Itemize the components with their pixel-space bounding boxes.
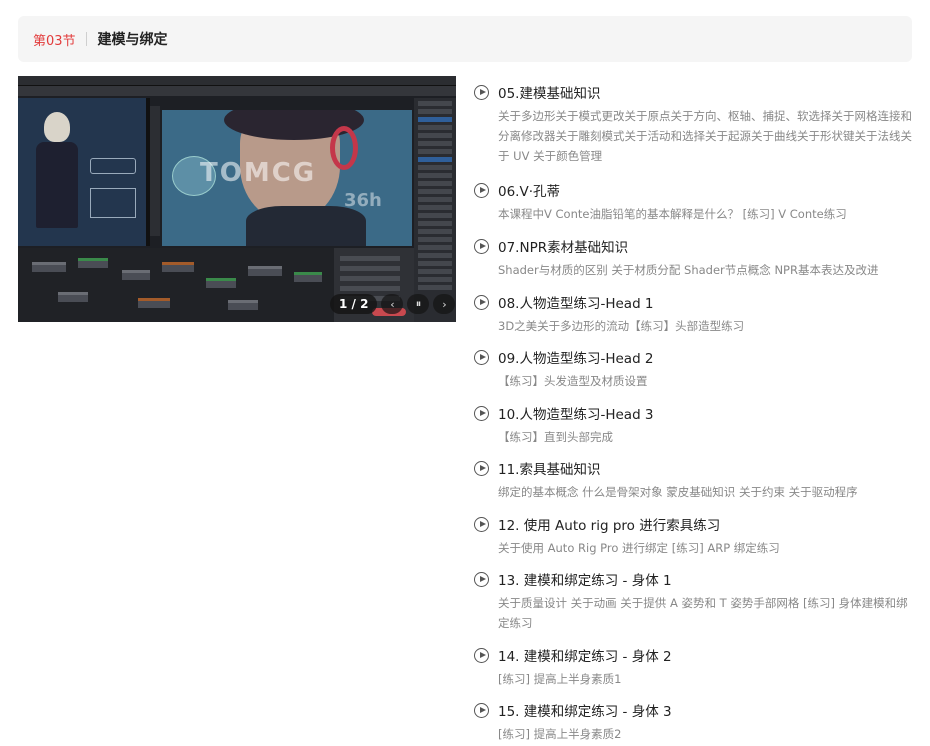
image-pager: 1 / 2 ‹ ⏸ › (330, 293, 456, 315)
play-icon[interactable] (474, 350, 489, 365)
lesson-desc: Shader与材质的区别 关于材质分配 Shader节点概念 NPR基本表达及改… (498, 263, 879, 277)
lesson-list: 05.建模基础知识 关于多边形关于模式更改关于原点关于方向、枢轴、捕捉、软选择关… (474, 82, 914, 746)
lesson-desc: 本课程中V Conte油脂铅笔的基本解释是什么？ [练习] V Conte练习 (498, 207, 847, 221)
play-icon[interactable] (474, 461, 489, 476)
lesson-title[interactable]: 13. 建模和绑定练习 - 身体 1 (498, 569, 914, 593)
lesson-title[interactable]: 09.人物造型练习-Head 2 (498, 347, 914, 371)
lesson-desc: 绑定的基本概念 什么是骨架对象 蒙皮基础知识 关于约束 关于驱动程序 (498, 485, 858, 499)
play-icon[interactable] (474, 517, 489, 532)
lesson-title[interactable]: 14. 建模和绑定练习 - 身体 2 (498, 645, 914, 669)
lesson-title[interactable]: 15. 建模和绑定练习 - 身体 3 (498, 700, 914, 724)
lesson-title[interactable]: 11.索具基础知识 (498, 458, 914, 482)
lesson-item[interactable]: 15. 建模和绑定练习 - 身体 3 [练习] 提高上半身素质2 (474, 700, 914, 746)
preview-image[interactable]: TOMCG 36h (18, 76, 456, 322)
pause-button[interactable]: ⏸ (407, 294, 430, 314)
lesson-item[interactable]: 11.索具基础知识 绑定的基本概念 什么是骨架对象 蒙皮基础知识 关于约束 关于… (474, 458, 914, 514)
tool-strip (150, 106, 160, 236)
lesson-item[interactable]: 12. 使用 Auto rig pro 进行索具练习 关于使用 Auto Rig… (474, 514, 914, 569)
lesson-title[interactable]: 06.V·孔蒂 (498, 180, 914, 204)
lesson-desc: 【练习】直到头部完成 (498, 430, 613, 444)
lesson-item[interactable]: 06.V·孔蒂 本课程中V Conte油脂铅笔的基本解释是什么？ [练习] V … (474, 180, 914, 236)
lesson-item[interactable]: 09.人物造型练习-Head 2 【练习】头发造型及材质设置 (474, 347, 914, 403)
app-menubar (18, 76, 456, 86)
play-icon[interactable] (474, 85, 489, 100)
section-number: 第03节 (33, 33, 76, 49)
lesson-desc: 关于使用 Auto Rig Pro 进行绑定 [练习] ARP 绑定练习 (498, 541, 780, 555)
play-icon[interactable] (474, 703, 489, 718)
pager-count: 1 / 2 (330, 294, 378, 314)
reference-panel (18, 98, 146, 246)
prev-button[interactable]: ‹ (381, 294, 404, 314)
lesson-desc: [练习] 提高上半身素质2 (498, 727, 622, 741)
play-icon[interactable] (474, 183, 489, 198)
play-icon[interactable] (474, 572, 489, 587)
lesson-title[interactable]: 12. 使用 Auto rig pro 进行索具练习 (498, 514, 914, 538)
lesson-item[interactable]: 08.人物造型练习-Head 1 3D之美关于多边形的流动【练习】头部造型练习 (474, 292, 914, 347)
duration-watermark: 36h (344, 190, 382, 211)
lesson-title[interactable]: 05.建模基础知识 (498, 82, 914, 106)
lesson-desc: 【练习】头发造型及材质设置 (498, 374, 648, 388)
section-header: 第03节 建模与绑定 (18, 16, 912, 62)
lesson-desc: 3D之美关于多边形的流动【练习】头部造型练习 (498, 319, 745, 333)
lesson-item[interactable]: 13. 建模和绑定练习 - 身体 1 关于质量设计 关于动画 关于提供 A 姿势… (474, 569, 914, 645)
watermark: TOMCG (200, 158, 317, 188)
lesson-title[interactable]: 07.NPR素材基础知识 (498, 236, 914, 260)
lesson-item[interactable]: 14. 建模和绑定练习 - 身体 2 [练习] 提高上半身素质1 (474, 645, 914, 700)
play-icon[interactable] (474, 295, 489, 310)
lesson-item[interactable]: 10.人物造型练习-Head 3 【练习】直到头部完成 (474, 403, 914, 458)
app-toolbar (18, 86, 456, 96)
play-icon[interactable] (474, 648, 489, 663)
next-button[interactable]: › (433, 294, 456, 314)
lesson-desc: 关于质量设计 关于动画 关于提供 A 姿势和 T 姿势手部网格 [练习] 身体建… (498, 596, 908, 630)
lesson-desc: [练习] 提高上半身素质1 (498, 672, 622, 686)
lesson-title[interactable]: 08.人物造型练习-Head 1 (498, 292, 914, 316)
node-editor (18, 248, 334, 322)
play-icon[interactable] (474, 406, 489, 421)
lesson-item[interactable]: 07.NPR素材基础知识 Shader与材质的区别 关于材质分配 Shader节… (474, 236, 914, 292)
outliner-panel (414, 98, 456, 322)
lesson-desc: 关于多边形关于模式更改关于原点关于方向、枢轴、捕捉、软选择关于网格连接和分离修改… (498, 109, 912, 163)
play-icon[interactable] (474, 239, 489, 254)
lesson-title[interactable]: 10.人物造型练习-Head 3 (498, 403, 914, 427)
section-divider (85, 32, 87, 46)
section-title: 建模与绑定 (97, 32, 168, 48)
lesson-item[interactable]: 05.建模基础知识 关于多边形关于模式更改关于原点关于方向、枢轴、捕捉、软选择关… (474, 82, 914, 180)
